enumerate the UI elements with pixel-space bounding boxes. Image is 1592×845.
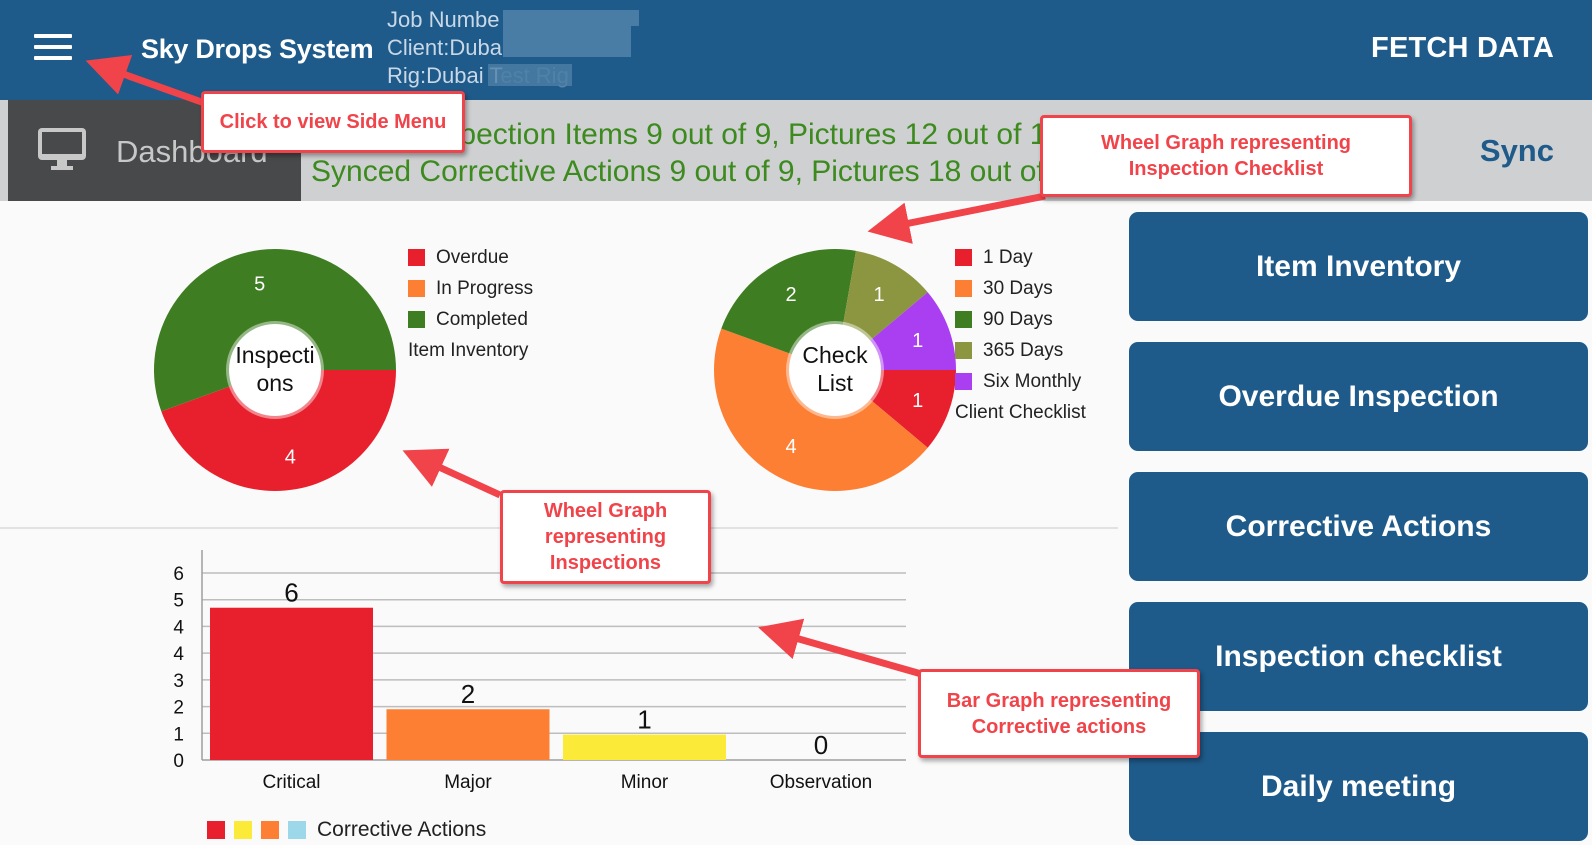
legend-item: 90 Days [955, 304, 1086, 335]
legend-item: Completed [408, 304, 533, 335]
checklist-center-label: Check [802, 342, 868, 368]
sync-corrective-status: Synced Corrective Actions 9 out of 9, Pi… [311, 155, 1087, 188]
callout-text-line: Bar Graph representing [946, 689, 1172, 712]
inspections-center-label: ons [256, 370, 293, 396]
bar-major[interactable] [386, 709, 550, 760]
checklist-slice-value-label: 1 [912, 390, 923, 412]
callout-inspections-wheel: Wheel Graph representing Inspections [500, 490, 711, 584]
legend-label: 30 Days [983, 278, 1053, 299]
redaction-block [503, 26, 631, 57]
checklist-pie-svg: 1 4 2 1 1 CheckList [714, 249, 956, 491]
arrow-to-inspections-pie [402, 448, 502, 499]
callout-text-line: Inspections [549, 552, 662, 574]
y-tick-label: 2 [173, 698, 184, 719]
redaction-block [503, 10, 639, 26]
callout-side-menu-text: Click to view Side Menu [219, 111, 447, 133]
inspections-center-label: Inspecti [235, 342, 314, 368]
legend-swatch [408, 280, 425, 297]
bar-chart-legend: Corrective Actions [207, 818, 486, 842]
inspections-pie-svg: 4 5 Inspections [153, 248, 396, 491]
legend-swatch [955, 249, 972, 266]
legend-title: Client Checklist [955, 402, 1086, 423]
callout-checklist-wheel: Wheel Graph representing Inspection Check… [1040, 115, 1412, 197]
inspections-pie-chart[interactable]: 4 5 Inspecti ons [153, 248, 397, 492]
y-tick-label: 4 [173, 644, 184, 665]
top-app-bar: Sky Drops System Job Numbe Client:Duba R… [0, 0, 1592, 100]
corrective-actions-button[interactable]: Corrective Actions [1129, 472, 1588, 581]
legend-label: Six Monthly [983, 371, 1082, 392]
rig-label: Rig:Dubai T [387, 63, 501, 88]
legend-label: Completed [436, 309, 528, 330]
y-tick-label: 0 [173, 751, 184, 772]
legend-item: 1 Day [955, 242, 1086, 273]
dashboard-screen: Sky Drops System Job Numbe Client:Duba R… [0, 0, 1592, 845]
overdue-inspection-button[interactable]: Overdue Inspection [1129, 342, 1588, 451]
checklist-slice-value-label: 1 [912, 330, 923, 352]
callout-text-line: Corrective actions [971, 715, 1147, 738]
x-tick-label: Critical [262, 772, 320, 793]
legend-swatch [288, 821, 306, 839]
x-tick-label: Observation [770, 772, 872, 793]
legend-swatch [408, 249, 425, 266]
bar-minor[interactable] [563, 734, 726, 760]
checklist-center-label: List [817, 370, 853, 396]
legend-swatch [408, 311, 425, 328]
checklist-slice-value-label: 2 [785, 284, 796, 306]
legend-item: Overdue [408, 242, 533, 273]
callout-bar-graph: Bar Graph representing Corrective actions [918, 669, 1200, 758]
y-tick-label: 6 [173, 564, 184, 585]
legend-label: 1 Day [983, 247, 1033, 268]
inspections-slice-value-label: 5 [254, 273, 265, 295]
x-tick-label: Major [444, 772, 492, 793]
legend-swatch [955, 280, 972, 297]
legend-item: Six Monthly [955, 366, 1086, 397]
legend-title: Item Inventory [408, 340, 529, 361]
legend-swatch [234, 821, 252, 839]
bar-value-label: 2 [461, 679, 475, 709]
redaction-block [488, 64, 572, 86]
bar-value-label: 1 [637, 705, 651, 735]
y-tick-label: 1 [173, 724, 184, 745]
item-inventory-button[interactable]: Item Inventory [1129, 212, 1588, 321]
bar-value-label: 6 [284, 578, 298, 608]
inspections-legend: Overdue In Progress Completed Item Inventor… [408, 242, 533, 366]
callout-text-line: representing [544, 526, 667, 548]
checklist-pie-chart[interactable]: 1 4 2 1 1 Check List [713, 248, 957, 492]
legend-item: In Progress [408, 273, 533, 304]
legend-swatch [955, 373, 972, 390]
bar-value-label: 0 [814, 730, 828, 760]
bar-critical[interactable] [210, 607, 373, 760]
legend-label: 365 Days [983, 340, 1064, 361]
legend-swatch [955, 311, 972, 328]
legend-label: In Progress [436, 278, 534, 299]
callout-side-menu: Click to view Side Menu [201, 91, 465, 153]
inspections-slice-value-label: 4 [285, 447, 296, 469]
legend-swatch [207, 821, 225, 839]
hamburger-menu-icon[interactable] [34, 34, 72, 64]
y-tick-label: 5 [173, 591, 184, 612]
legend-item: 30 Days [955, 273, 1086, 304]
y-tick-label: 3 [173, 671, 184, 692]
sync-button[interactable]: Sync [1480, 133, 1554, 169]
callout-text-line: Wheel Graph representing [1100, 132, 1352, 154]
legend-swatch [261, 821, 279, 839]
legend-label: 90 Days [983, 309, 1053, 330]
legend-item: 365 Days [955, 335, 1086, 366]
legend-label: Overdue [436, 247, 509, 268]
checklist-slice-value-label: 1 [873, 284, 884, 306]
checklist-legend: 1 Day 30 Days 90 Days 365 Days Six Monthly Cl… [955, 242, 1086, 428]
y-tick-label: 4 [173, 617, 184, 638]
x-tick-label: Minor [621, 772, 669, 793]
legend-swatch [955, 342, 972, 359]
checklist-slice-value-label: 4 [785, 436, 796, 458]
callout-text-line: Inspection Checklist [1128, 158, 1324, 180]
monitor-icon [38, 128, 86, 170]
callout-text-line: Wheel Graph [543, 500, 668, 522]
app-title: Sky Drops System [141, 34, 374, 64]
fetch-data-button[interactable]: FETCH DATA [1371, 32, 1554, 65]
legend-label: Corrective Actions [317, 818, 487, 841]
